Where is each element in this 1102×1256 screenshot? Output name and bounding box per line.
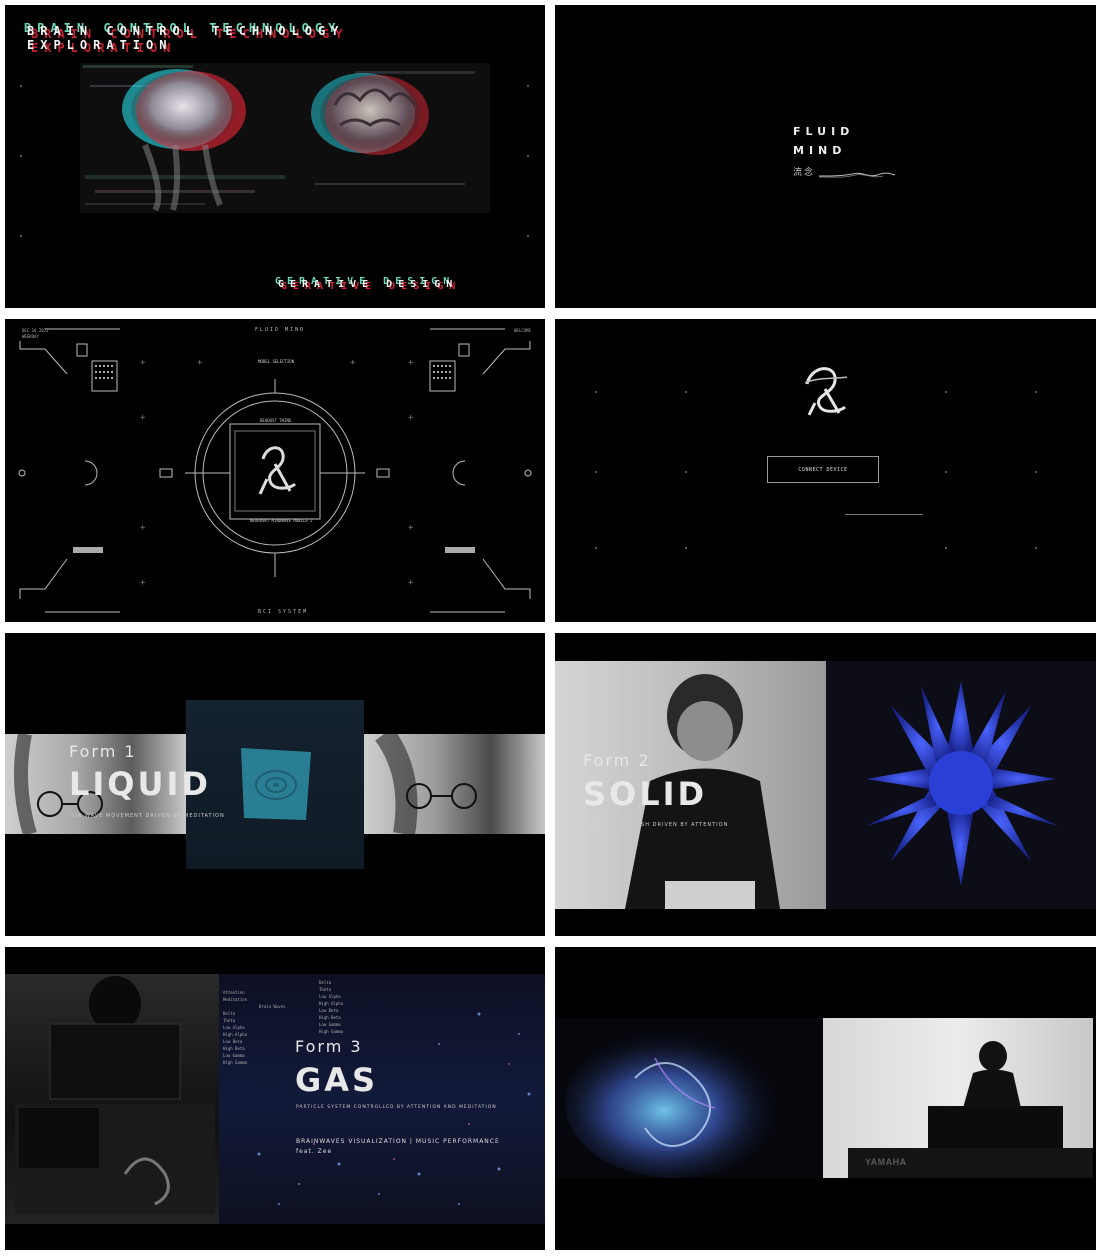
grid-dot <box>945 547 947 549</box>
grid-dot <box>527 235 529 237</box>
particle-cloud-render <box>555 1018 823 1178</box>
form-subtitle: PROCEDURAL MESH DRIVEN BY ATTENTION <box>585 822 729 828</box>
grid-plus: + <box>140 523 146 533</box>
table-cell: Theta <box>319 987 332 992</box>
eeg-table-right: Delta Theta Low Alpha High Alpha Low Bet… <box>319 979 409 1035</box>
connect-device-label: CONNECT DEVICE <box>798 466 848 473</box>
form-title: LIQUID <box>69 765 211 803</box>
face-sketch-right <box>374 734 477 834</box>
performance-line: BRAINWAVES VISUALIZATION | MUSIC PERFORM… <box>296 1138 500 1145</box>
logo-line1: FLUID <box>793 125 855 138</box>
grid-plus: + <box>408 358 414 368</box>
form-subtitle: SIN WAVE MOVEMENT DRIVEN BY MEDITATION <box>71 813 225 819</box>
ripple-plane-graphic <box>241 748 311 820</box>
grid-dot <box>595 391 597 393</box>
solid-render <box>826 661 1096 909</box>
glitch-brain-graphic <box>80 63 490 213</box>
table-cell: Attention <box>223 990 245 995</box>
table-cell: High Gamma <box>319 1029 344 1034</box>
grid-plus: + <box>350 358 356 368</box>
table-cell: Low Beta <box>319 1008 339 1013</box>
grid-dot <box>595 471 597 473</box>
grid-plus: + <box>408 523 414 533</box>
grid-dot <box>527 155 529 157</box>
footer-text: GERATIVE DESIGN <box>278 279 459 290</box>
table-cell: Low Alpha <box>319 994 341 999</box>
panel-connect-device: CONNECT DEVICE <box>555 319 1096 622</box>
featuring-line: feat. Zee <box>296 1148 333 1155</box>
progress-line <box>845 514 923 515</box>
grid-dot <box>685 547 687 549</box>
spiky-mesh-graphic <box>866 681 1058 886</box>
panel-form-gas: Attention Meditation Brain Waves Delta T… <box>5 947 545 1250</box>
form-title: SOLID <box>583 775 708 813</box>
grid-dot <box>527 85 529 87</box>
form-number: Form 1 <box>69 742 137 761</box>
liquid-render <box>186 700 364 869</box>
grid-dot <box>685 471 687 473</box>
grid-dot <box>1035 391 1037 393</box>
table-cell: High Beta <box>319 1015 341 1020</box>
performer-graphic <box>15 976 215 1214</box>
grid-dot <box>945 391 947 393</box>
grid-plus: + <box>408 578 414 588</box>
table-cell: Low Gamma <box>319 1022 341 1027</box>
table-cell: Delta <box>319 980 332 985</box>
table-cell: Brain Waves <box>259 1004 286 1009</box>
hud-bottom-title: BCI SYSTEM <box>258 609 309 615</box>
piano-performer-graphic <box>848 1041 1093 1178</box>
panel-form-solid: Form 2 SOLID PROCEDURAL MESH DRIVEN BY A… <box>555 633 1096 936</box>
panel-hud-model-selection: DEC 16 2022 WEEKDAY FLUID MIND WELCOME M… <box>5 319 545 622</box>
panel-fluid-mind-logo: FLUID MIND 流念 <box>555 5 1096 308</box>
table-cell: Theta <box>223 1018 236 1023</box>
panel-performance: YAMAHA <box>555 947 1096 1250</box>
particle-cloud-graphic <box>565 1028 785 1178</box>
form-number: Form 2 <box>583 751 651 770</box>
form-title: GAS <box>295 1061 379 1099</box>
form-subtitle: PARTICLE SYSTEM CONTROLLED BY ATTENTION … <box>296 1105 497 1110</box>
hud-frame-graphic <box>18 328 532 613</box>
table-cell: Low Alpha <box>223 1025 245 1030</box>
grid-dot <box>1035 471 1037 473</box>
knot-model-icon <box>804 367 848 416</box>
panel-brain-control: BRAIN CONTROL TECHNOLOGY BRAIN CONTROL T… <box>5 5 545 308</box>
grid-dot <box>595 547 597 549</box>
grid-plus: + <box>408 413 414 423</box>
grid-dot <box>945 471 947 473</box>
grid-dot <box>685 391 687 393</box>
logo-line2: MIND <box>793 144 847 157</box>
yamaha-logo: YAMAHA <box>865 1157 907 1167</box>
portrait-right <box>364 734 545 834</box>
grid-plus: + <box>140 578 146 588</box>
grid-dot <box>20 85 22 87</box>
performer-photo <box>5 974 219 1224</box>
grid-dot <box>20 155 22 157</box>
form-number: Form 3 <box>295 1037 363 1056</box>
grid-plus: + <box>197 358 203 368</box>
ring-bottom-label: NEUROSKY MINDWAVE MOBILE 2 <box>250 518 313 523</box>
grid-plus: + <box>140 358 146 368</box>
connect-device-button[interactable]: CONNECT DEVICE <box>767 456 879 483</box>
table-cell: Delta <box>223 1011 236 1016</box>
wave-logo-icon <box>818 172 896 178</box>
grid-dot <box>1035 547 1037 549</box>
grid-plus: + <box>140 413 146 423</box>
logo-cjk: 流念 <box>793 168 816 178</box>
table-cell: High Alpha <box>319 1001 344 1006</box>
ring-top-label: READUST THING <box>260 418 292 423</box>
table-cell: Meditation <box>223 997 248 1002</box>
panel-form-liquid: Form 1 LIQUID SIN WAVE MOVEMENT DRIVEN B… <box>5 633 545 936</box>
piano-performer-photo: YAMAHA <box>823 1018 1093 1178</box>
grid-dot <box>20 235 22 237</box>
